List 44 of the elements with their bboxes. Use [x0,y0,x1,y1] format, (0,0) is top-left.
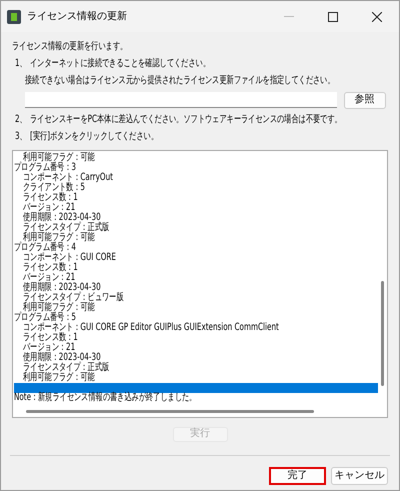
log-line: 利用可能フラグ : 可能 [23,232,95,242]
log-line: バージョン : 21 [23,202,76,212]
maximize-icon [328,12,338,22]
log-line: 使用期限 : 2023-04-30 [23,282,101,292]
log-line: プログラム番号 : 3 [14,162,76,172]
log-line: 使用期限 : 2023-04-30 [23,352,101,362]
window-title: ライセンス情報の更新 [27,10,128,24]
log-line: コンポーネント : GUI CORE GP Editor GUIPlus GUIExtension CommClient [23,322,279,332]
log-line: 利用可能フラグ : 可能 [23,302,95,312]
step-number: 1、 [14,58,26,70]
selected-row[interactable] [14,382,378,392]
log-line: 使用期限 : 2023-04-30 [23,212,101,222]
log-line: コンポーネント : GUI CORE [23,252,116,262]
log-line: コンポーネント : CarryOut [23,172,113,182]
cancel-button[interactable]: キャンセル [331,466,388,484]
browse-button[interactable]: 参照 [344,92,386,108]
log-line: プログラム番号 : 4 [14,242,76,252]
app-icon [7,10,21,24]
file-path-field[interactable] [25,92,337,108]
step-note: 接続できない場合はライセンス元から提供されたライセンス更新ファイルを指定してください。 [25,74,335,86]
step-number: 3、 [14,130,26,142]
log-line: バージョン : 21 [23,272,76,282]
log-line: ライセンス数 : 1 [23,262,78,272]
log-line: 利用可能フラグ : 可能 [23,372,95,382]
horizontal-scrollbar[interactable] [26,410,314,413]
log-line: Note : 新規ライセンス情報の書き込みが終了しました。 [14,392,196,402]
close-icon [372,12,382,22]
vertical-scrollbar[interactable] [381,280,384,386]
step-number: 2、 [14,114,26,126]
done-button[interactable]: 完了 [269,466,326,484]
log-line: ライセンス数 : 1 [23,192,78,202]
log-line: ライセンス数 : 1 [23,332,78,342]
minimize-icon [284,16,294,18]
log-line: クライアント数 : 5 [23,182,85,192]
intro-text: ライセンス情報の更新を行います。 [12,40,128,52]
step-text: インターネットに接続できることを確認してください。 [30,58,210,70]
log-line: ライセンスタイプ : ビュワー版 [23,292,124,302]
log-line: バージョン : 21 [23,342,76,352]
step-text: [実行]ボタンをクリックしてください。 [30,130,158,142]
log-line: ライセンスタイプ : 正式版 [23,222,110,232]
log-line: ライセンスタイプ : 正式版 [23,362,110,372]
step-text: ライセンスキーをPC本体に差込んでください。ソフトウェアキーライセンスの場合は不要です。 [30,114,342,126]
log-line: 利用可能フラグ : 可能 [23,152,95,162]
log-line: プログラム番号 : 5 [14,312,76,322]
